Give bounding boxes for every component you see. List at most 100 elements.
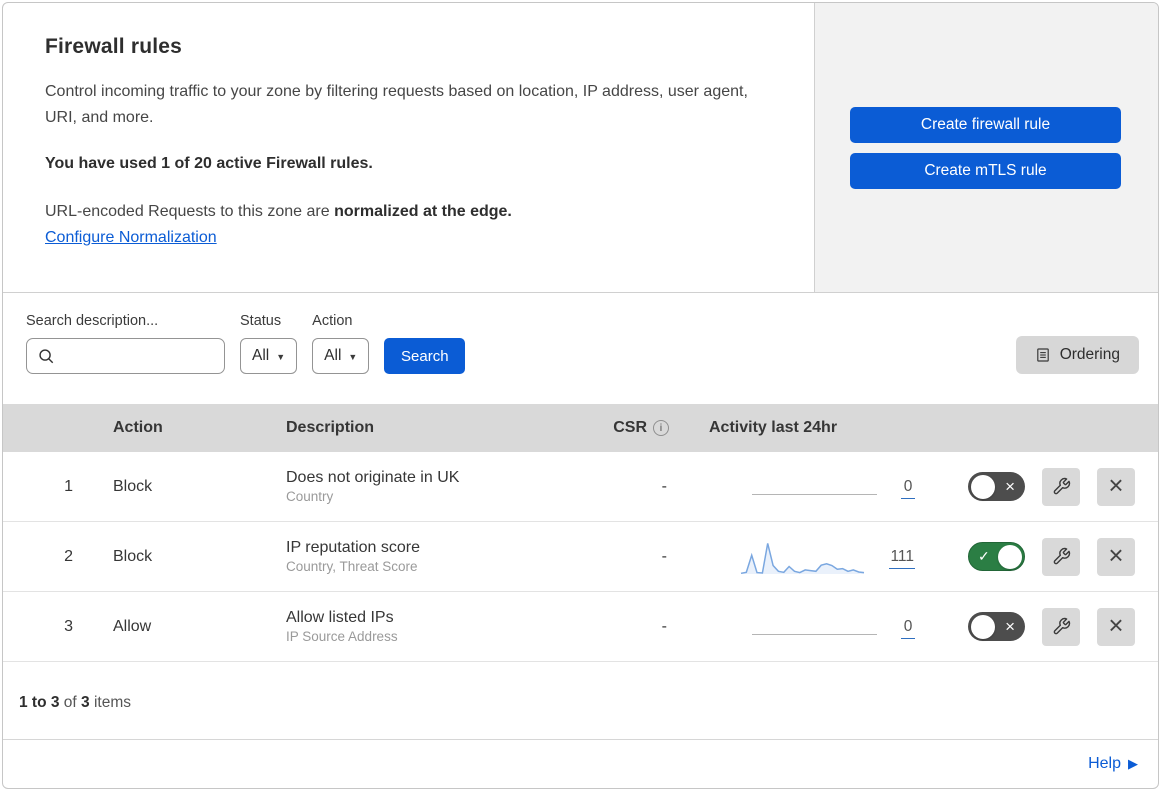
action-filter-group: Action All ▼ <box>312 313 370 374</box>
rule-controls: ✓× × <box>923 467 1158 506</box>
pagination-items: items <box>93 694 132 711</box>
rule-action: Block <box>113 477 153 495</box>
rule-controls: ✓× × <box>923 607 1158 646</box>
close-icon: × <box>1108 539 1124 570</box>
table-header: Action Description CSR i Activity last 2… <box>3 404 1158 452</box>
status-filter-value: All <box>252 347 270 364</box>
description-column-header: Description <box>286 419 375 436</box>
normalization-bold: normalized at the edge. <box>334 202 512 220</box>
wrench-icon <box>1052 477 1071 496</box>
search-button[interactable]: Search <box>384 338 466 374</box>
delete-rule-button[interactable]: × <box>1097 537 1135 576</box>
table-row: 3 Allow Allow listed IPs IP Source Addre… <box>3 592 1158 662</box>
activity-count-link[interactable]: 0 <box>901 478 915 499</box>
pagination-bar: 1 to 3 of 3 items <box>3 667 1158 740</box>
wrench-icon <box>1052 617 1071 636</box>
help-bar: Help ▶ <box>3 740 1158 788</box>
table-row: 2 Block IP reputation score Country, Thr… <box>3 522 1158 592</box>
rule-csr-value: - <box>661 617 667 635</box>
rule-description-title: Allow listed IPs <box>286 608 394 626</box>
rule-priority: 1 <box>64 477 73 495</box>
wrench-icon <box>1052 547 1071 566</box>
edit-rule-button[interactable] <box>1042 537 1080 576</box>
action-column-header: Action <box>113 419 163 436</box>
ordering-list-icon <box>1035 347 1051 363</box>
rule-activity-cell: 111 <box>673 537 923 577</box>
top-section: Firewall rules Control incoming traffic … <box>3 3 1158 293</box>
toggle-knob <box>998 544 1022 569</box>
normalization-note: URL-encoded Requests to this zone are no… <box>45 203 774 221</box>
rule-description-title: IP reputation score <box>286 538 421 556</box>
rule-priority: 2 <box>64 547 73 565</box>
rule-csr-value: - <box>661 477 667 495</box>
intro-panel: Firewall rules Control incoming traffic … <box>3 3 814 292</box>
delete-rule-button[interactable]: × <box>1097 467 1135 506</box>
play-arrow-icon: ▶ <box>1128 756 1138 771</box>
search-icon <box>38 348 55 365</box>
edit-rule-button[interactable] <box>1042 607 1080 646</box>
usage-note: You have used 1 of 20 active Firewall ru… <box>45 154 373 172</box>
search-input[interactable] <box>63 347 216 365</box>
rule-description: Does not originate in UK Country <box>266 467 583 507</box>
rule-priority: 3 <box>64 617 73 635</box>
csr-column-label: CSR <box>613 419 647 436</box>
check-icon: ✓ <box>978 548 990 564</box>
rule-description-fields: Country, Threat Score <box>286 559 418 575</box>
x-icon: × <box>1005 477 1015 496</box>
search-box <box>26 338 225 374</box>
info-icon[interactable]: i <box>653 420 669 436</box>
rule-description-fields: Country <box>286 489 334 505</box>
rule-activity-cell: 0 <box>673 467 923 507</box>
activity-column-header: Activity last 24hr <box>709 419 838 436</box>
activity-sparkline-flat <box>752 467 877 507</box>
normalization-prefix: URL-encoded Requests to this zone are <box>45 202 335 220</box>
activity-sparkline-flat <box>752 607 877 647</box>
help-link[interactable]: Help ▶ <box>1088 755 1138 773</box>
activity-count-link[interactable]: 0 <box>901 618 915 639</box>
rule-action: Allow <box>113 617 152 635</box>
rule-enabled-toggle[interactable]: ✓× <box>968 542 1025 571</box>
rule-description: Allow listed IPs IP Source Address <box>266 607 583 647</box>
rule-description-title: Does not originate in UK <box>286 468 460 486</box>
ordering-button-label: Ordering <box>1059 346 1120 363</box>
pagination-of: of <box>63 694 77 711</box>
rule-enabled-toggle[interactable]: ✓× <box>968 612 1025 641</box>
pagination-range: 1 to 3 <box>19 694 60 711</box>
status-filter-dropdown[interactable]: All ▼ <box>240 338 298 374</box>
configure-normalization-link[interactable]: Configure Normalization <box>45 229 217 246</box>
csr-column-header: CSR i <box>583 419 673 437</box>
pagination-summary: 1 to 3 of 3 items <box>19 694 131 712</box>
create-firewall-rule-button[interactable]: Create firewall rule <box>850 106 1121 143</box>
rule-activity-cell: 0 <box>673 607 923 647</box>
actions-panel: Create firewall rule Create mTLS rule <box>814 3 1158 292</box>
firewall-rules-card: Firewall rules Control incoming traffic … <box>2 2 1159 789</box>
rule-csr-value: - <box>661 547 667 565</box>
rule-controls: ✓× × <box>923 537 1158 576</box>
action-filter-label: Action <box>312 313 353 329</box>
activity-sparkline-chart <box>741 542 865 574</box>
rule-description-fields: IP Source Address <box>286 629 398 645</box>
filter-bar: Search description... Status All ▼ Actio… <box>3 293 1158 404</box>
help-link-label: Help <box>1088 755 1121 772</box>
delete-rule-button[interactable]: × <box>1097 607 1135 646</box>
page-title: Firewall rules <box>45 35 183 58</box>
search-label: Search description... <box>26 313 159 329</box>
action-filter-dropdown[interactable]: All ▼ <box>312 338 370 374</box>
edit-rule-button[interactable] <box>1042 467 1080 506</box>
status-filter-group: Status All ▼ <box>240 313 298 374</box>
chevron-down-icon: ▼ <box>348 352 358 362</box>
create-mtls-rule-button[interactable]: Create mTLS rule <box>850 152 1121 189</box>
rule-action: Block <box>113 547 153 565</box>
search-group: Search description... <box>26 313 225 374</box>
toggle-knob <box>970 614 995 639</box>
activity-count-link[interactable]: 111 <box>889 548 915 569</box>
page-description: Control incoming traffic to your zone by… <box>45 83 748 126</box>
close-icon: × <box>1108 609 1124 640</box>
toggle-knob <box>970 474 995 499</box>
rule-enabled-toggle[interactable]: ✓× <box>968 472 1025 501</box>
ordering-button[interactable]: Ordering <box>1015 336 1139 374</box>
chevron-down-icon: ▼ <box>276 352 286 362</box>
x-icon: × <box>1005 617 1015 636</box>
action-filter-value: All <box>324 347 342 364</box>
pagination-total: 3 <box>81 694 90 711</box>
